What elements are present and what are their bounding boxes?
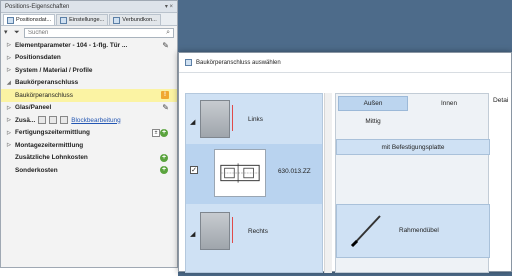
rahmenduebel-label: Rahmendübel xyxy=(399,227,439,234)
row-label: Glas/Paneel xyxy=(15,104,52,112)
add-icon[interactable]: + xyxy=(160,153,168,162)
list-item-label: Rechts xyxy=(248,228,268,235)
dialog-icon xyxy=(185,59,192,66)
search-row: ▾ ⏷ ⌕ xyxy=(1,26,177,39)
warning-icon[interactable]: ! xyxy=(161,91,169,100)
tab-verbundkonstruktion[interactable]: Verbundkon... xyxy=(109,14,161,25)
row-montagezeitermittlung[interactable]: ▷ Montagezeitermittlung xyxy=(1,139,177,152)
copy-icon[interactable] xyxy=(49,116,58,125)
calc-icon[interactable]: ± xyxy=(152,128,160,137)
option-innen[interactable]: Innen xyxy=(414,96,484,111)
row-label: Baukörperanschluss xyxy=(15,91,73,99)
row-glas-paneel[interactable]: ▷ Glas/Paneel ✎ xyxy=(1,102,177,115)
toggle-icon[interactable] xyxy=(38,116,47,125)
row-fertigungszeitermittlung[interactable]: ▷ Fertigungszeitermittlung ± + xyxy=(1,127,177,140)
expand-arrow-icon[interactable]: ▷ xyxy=(7,67,15,73)
search-icon[interactable]: ⌕ xyxy=(166,29,170,37)
tab-label: Positionsdat... xyxy=(16,17,52,23)
add-icon[interactable]: + xyxy=(160,128,168,137)
dialog-title: Baukörperanschluss auswählen xyxy=(196,59,281,66)
search-input[interactable] xyxy=(28,29,167,36)
row-label: Elementparameter - 104 - 1-flg. Tür ... xyxy=(15,41,128,49)
row-baukoerperanschluss[interactable]: ◢ Baukörperanschluss xyxy=(1,77,177,90)
collapse-arrow-icon[interactable]: ◢ xyxy=(7,80,15,86)
list-scrollbar[interactable] xyxy=(324,93,332,273)
panel-controls[interactable]: ▾ × xyxy=(165,3,173,10)
row-label: Zusä... xyxy=(15,116,36,124)
row-label: Sonderkosten xyxy=(15,166,58,174)
blockbearbeitung-link[interactable]: Blockbearbeitung xyxy=(71,117,120,124)
select-connection-dialog: Baukörperanschluss auswählen ◢ Links ✓ 6… xyxy=(178,52,512,273)
row-label: Baukörperanschluss xyxy=(15,79,79,87)
selected-checkbox[interactable]: ✓ xyxy=(190,166,198,174)
option-mittig[interactable]: Mittig xyxy=(338,114,408,129)
dialog-titlebar: Baukörperanschluss auswählen xyxy=(179,53,511,73)
profile-thumbnail xyxy=(200,100,233,138)
panel-title: Positions-Eigenschaften xyxy=(5,3,70,10)
row-baukoerperanschluss-value[interactable]: Baukörperanschluss ! xyxy=(1,89,177,102)
expand-arrow-icon[interactable]: ▷ xyxy=(7,142,15,148)
list-item-rechts[interactable]: ◢ Rechts xyxy=(186,208,322,252)
row-label: Zusätzliche Lohnkosten xyxy=(15,154,88,162)
row-elementparameter[interactable]: ▷ Elementparameter - 104 - 1-flg. Tür ..… xyxy=(1,39,177,52)
row-positionsdaten[interactable]: ▷ Positionsdaten xyxy=(1,52,177,65)
row-sonderkosten[interactable]: Sonderkosten + xyxy=(1,164,177,177)
search-box[interactable]: ⌕ xyxy=(24,27,174,38)
collapse-arrow-icon[interactable]: ◢ xyxy=(190,230,195,238)
row-label: Montagezeitermittlung xyxy=(15,141,84,149)
connection-drawing-icon xyxy=(220,163,260,183)
link-icon xyxy=(113,16,121,24)
expand-arrow-icon[interactable]: ▷ xyxy=(7,42,15,48)
row-zusatz[interactable]: ▷ Zusä... Blockbearbeitung xyxy=(1,114,177,127)
edit-icon[interactable] xyxy=(60,116,69,125)
wrench-icon[interactable]: ✎ xyxy=(162,103,169,112)
options-panel: Außen Innen Mittig mit Befestigungsplatt… xyxy=(335,93,490,273)
dowel-icon xyxy=(350,215,381,248)
collapse-arrow-icon[interactable]: ◢ xyxy=(190,118,195,126)
list-item-label: Links xyxy=(248,116,263,123)
expand-arrow-icon[interactable]: ▷ xyxy=(7,117,15,123)
connection-detail-image xyxy=(214,149,266,197)
detail-header: Detai xyxy=(493,97,509,104)
panel-tabs: Positionsdat... Einstellunge... Verbundk… xyxy=(1,13,177,26)
option-aussen[interactable]: Außen xyxy=(338,96,408,111)
properties-panel: Positions-Eigenschaften ▾ × Positionsdat… xyxy=(0,0,178,268)
expand-arrow-icon[interactable]: ▷ xyxy=(7,105,15,111)
filter-icon[interactable]: ▾ xyxy=(4,29,12,37)
row-label: System / Material / Profile xyxy=(15,66,93,74)
list-item-links[interactable]: ◢ Links xyxy=(186,98,322,142)
document-icon xyxy=(7,16,14,24)
tab-positionsdaten[interactable]: Positionsdat... xyxy=(3,14,56,25)
tab-label: Verbundkon... xyxy=(122,17,157,23)
wrench-icon[interactable]: ✎ xyxy=(162,41,169,50)
tab-label: Einstellunge... xyxy=(69,17,105,23)
row-system-material-profile[interactable]: ▷ System / Material / Profile xyxy=(1,64,177,77)
expand-arrow-icon[interactable]: ▷ xyxy=(7,130,15,136)
funnel-icon[interactable]: ⏷ xyxy=(14,29,22,37)
connection-list: ◢ Links ✓ 630.013.ZZ ◢ Rechts xyxy=(185,93,323,273)
row-zusaetzliche-lohnkosten[interactable]: Zusätzliche Lohnkosten + xyxy=(1,152,177,165)
expand-arrow-icon[interactable]: ▷ xyxy=(7,55,15,61)
settings-icon xyxy=(60,16,68,24)
rahmenduebel-button[interactable]: Rahmendübel xyxy=(336,204,490,258)
article-number: 630.013.ZZ xyxy=(278,168,311,175)
list-item-selected[interactable]: ✓ 630.013.ZZ xyxy=(186,144,322,204)
plate-option-button[interactable]: mit Befestigungsplatte xyxy=(336,139,490,155)
panel-titlebar: Positions-Eigenschaften ▾ × xyxy=(1,1,177,13)
profile-thumbnail xyxy=(200,212,233,250)
row-label: Positionsdaten xyxy=(15,54,61,62)
tab-einstellungen[interactable]: Einstellunge... xyxy=(56,14,109,25)
